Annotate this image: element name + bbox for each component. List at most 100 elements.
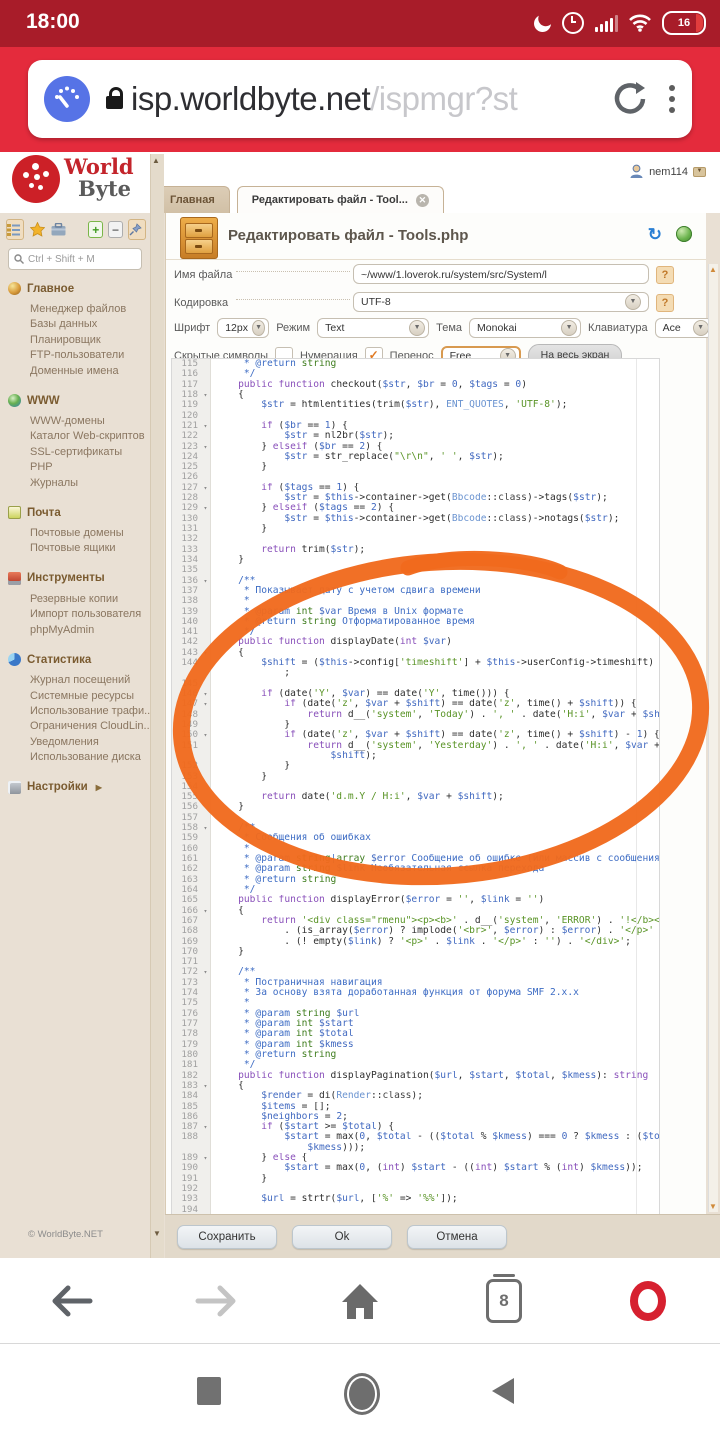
code-line[interactable]: * @return string [211,1050,659,1060]
sidebar-item[interactable]: Каталог Web-скриптов [30,429,150,444]
search-input[interactable]: Ctrl + Shift + M [8,248,142,270]
code-line[interactable]: if (date('Y', $var) == date('Y', time())… [211,689,659,699]
sidebar-item[interactable]: Менеджер файлов [30,302,150,317]
sidebar-item[interactable]: Почтовые ящики [30,541,150,556]
code-line[interactable]: $start = max(0, $total - (($total % $kme… [211,1132,659,1142]
code-line[interactable]: } [211,772,659,782]
theme-select[interactable]: Monokai▼ [469,318,581,338]
code-line[interactable]: * @return string [211,875,659,885]
fold-icon[interactable]: ▾ [201,906,211,916]
code-line[interactable]: { [211,648,659,658]
fold-icon[interactable]: ▾ [201,823,211,833]
code-line[interactable]: $url = strtr($url, ['%' => '%%']); [211,1194,659,1204]
code-line[interactable]: $kmess))); [211,1143,659,1153]
sidebar-item[interactable]: Планировщик [30,333,150,348]
tree-view-icon[interactable] [6,219,24,240]
code-line[interactable]: return d__('system', 'Today') . ', ' . d… [211,710,659,720]
code-line[interactable]: $start = max(0, (int) $start - ((int) $s… [211,1163,659,1173]
home-button[interactable] [288,1282,432,1320]
fold-icon[interactable]: ▾ [201,390,211,400]
code-line[interactable]: return d__('system', 'Yesterday') . ', '… [211,741,659,751]
user-menu[interactable]: nem114 ▼ [629,164,706,179]
help-globe-icon[interactable] [676,226,692,242]
filename-input[interactable]: ~/www/1.loverok.ru/system/src/System/l [353,264,649,284]
sidebar-item[interactable]: PHP [30,460,150,475]
reload-icon[interactable] [612,79,650,119]
sidebar-item[interactable]: Доменные имена [30,364,150,379]
code-line[interactable]: $shift); [211,751,659,761]
code-line[interactable]: { [211,1081,659,1091]
code-line[interactable]: $str = nl2br($str); [211,431,659,441]
code-line[interactable]: * [211,998,659,1008]
code-line[interactable]: if (date('z', $var + $shift) == date('z'… [211,730,659,740]
code-line[interactable] [211,957,659,967]
code-line[interactable]: $str = str_replace("\r\n", ' ', $str); [211,452,659,462]
code-line[interactable] [211,472,659,482]
code-line[interactable]: * @param string $url [211,1009,659,1019]
code-line[interactable]: */ [211,1060,659,1070]
code-line[interactable]: * Показывает дату с учетом сдвига времен… [211,586,659,596]
menu-kebab-icon[interactable] [668,85,676,113]
fold-icon[interactable]: ▾ [201,730,211,740]
code-line[interactable]: public function displayPagination($url, … [211,1071,659,1081]
fold-icon[interactable]: ▾ [201,967,211,977]
url-text[interactable]: isp.worldbyte.net/ispmgr?st [131,80,602,118]
sidebar-item[interactable]: Импорт пользователя [30,607,150,622]
code-line[interactable]: public function checkout($str, $br = 0, … [211,380,659,390]
code-line[interactable]: * @param string $link Необязательная ссы… [211,864,659,874]
recents-button[interactable] [197,1377,221,1405]
tabs-button[interactable]: 8 [432,1279,576,1323]
fold-icon[interactable]: ▾ [201,1153,211,1163]
sidebar-item[interactable]: Журналы [30,476,150,491]
back-button[interactable] [0,1283,144,1319]
sidebar-item[interactable]: Уведомления [30,735,150,750]
action-button-2[interactable]: Отмена [407,1225,507,1249]
code-line[interactable]: if ($tags == 1) { [211,483,659,493]
code-line[interactable]: return date('d.m.Y / H:i', $var + $shift… [211,792,659,802]
close-icon[interactable]: ✕ [416,194,429,207]
code-line[interactable]: /** [211,823,659,833]
refresh-icon[interactable]: ↻ [648,225,662,245]
collapse-minus-icon[interactable]: − [108,221,123,238]
sidebar-section-header[interactable]: Инструменты [0,570,150,587]
sidebar-item[interactable]: FTP-пользователи [30,348,150,363]
code-line[interactable]: * @param string|array $error Сообщение о… [211,854,659,864]
expand-plus-icon[interactable]: + [88,221,103,238]
fold-icon[interactable]: ▾ [201,503,211,513]
sidebar-item[interactable]: WWW-домены [30,414,150,429]
code-line[interactable]: $neighbors = 2; [211,1112,659,1122]
tab-0[interactable]: Главная [155,186,230,213]
scroll-up-icon[interactable]: ▲ [152,156,160,165]
code-line[interactable] [211,679,659,689]
code-line[interactable]: } [211,947,659,957]
favorites-star-icon[interactable] [29,220,45,239]
forward-button[interactable] [144,1283,288,1319]
code-line[interactable]: $str = $this->container->get(Bbcode::cla… [211,493,659,503]
code-line[interactable] [211,813,659,823]
scroll-down-icon[interactable]: ▼ [709,1202,717,1211]
code-line[interactable]: * @param int $total [211,1029,659,1039]
encoding-select[interactable]: UTF-8▼ [353,292,649,312]
code-line[interactable]: return trim($str); [211,545,659,555]
sidebar-item[interactable]: Базы данных [30,317,150,332]
code-line[interactable]: . (is_array($error) ? implode('<br>', $e… [211,926,659,936]
sidebar-section-header[interactable]: Статистика [0,651,150,668]
sidebar-section-header[interactable]: Почта [0,504,150,521]
code-line[interactable]: */ [211,627,659,637]
code-line[interactable]: { [211,906,659,916]
sidebar-item[interactable]: Резервные копии [30,592,150,607]
code-line[interactable]: $items = []; [211,1102,659,1112]
sidebar-section-header[interactable]: WWW [0,392,150,409]
sidebar-item[interactable]: Использование трафи.. [30,704,150,719]
fold-icon[interactable]: ▾ [201,1081,211,1091]
code-line[interactable]: if ($br == 1) { [211,421,659,431]
encoding-help-button[interactable]: ? [656,294,674,312]
code-line[interactable]: . (! empty($link) ? '<p>' . $link . '</p… [211,937,659,947]
code-line[interactable]: $str = htmlentities(trim($str), ENT_QUOT… [211,400,659,410]
url-bar[interactable]: isp.worldbyte.net/ispmgr?st [28,60,692,138]
code-line[interactable] [211,534,659,544]
fold-icon[interactable]: ▾ [201,421,211,431]
code-line[interactable]: if ($start >= $total) { [211,1122,659,1132]
fold-icon[interactable]: ▾ [201,483,211,493]
sidebar-item[interactable]: Системные ресурсы [30,689,150,704]
